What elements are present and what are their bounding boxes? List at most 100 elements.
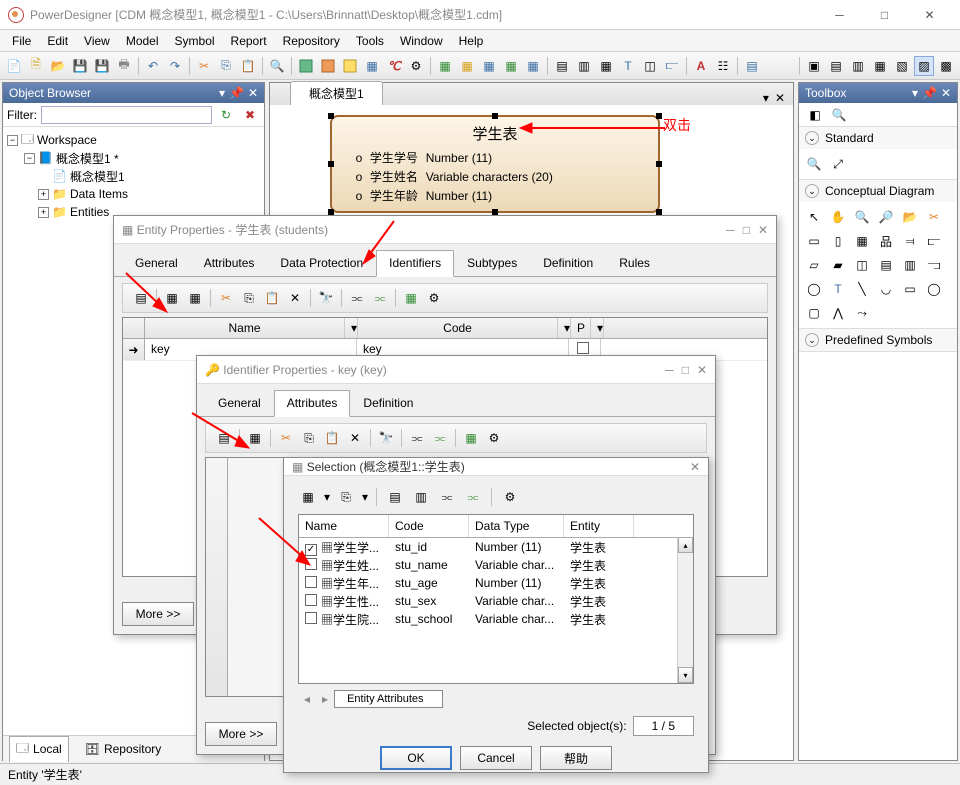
canvas-tab[interactable]: 概念模型1: [290, 81, 383, 105]
tree-model[interactable]: 概念模型1 *: [56, 150, 119, 167]
copy-icon[interactable]: ⎘: [239, 288, 259, 308]
filter-icon[interactable]: ⫗: [407, 428, 427, 448]
excel-icon[interactable]: ▦: [461, 428, 481, 448]
help-button[interactable]: 帮助: [540, 746, 612, 770]
tool-09-icon[interactable]: ▦: [479, 56, 499, 76]
tool-a-icon[interactable]: ▱: [803, 254, 825, 276]
tool-b-icon[interactable]: ▰: [827, 254, 849, 276]
add-rows-icon[interactable]: ▦: [185, 288, 205, 308]
list-item[interactable]: ▦学生性...stu_sexVariable char...学生表: [299, 592, 693, 610]
minimize-button[interactable]: ─: [817, 1, 862, 29]
tool-12-icon[interactable]: ▤: [552, 56, 572, 76]
paste-icon[interactable]: 📋: [262, 288, 282, 308]
tool-search-icon[interactable]: 🔍: [829, 105, 849, 125]
polyline-icon[interactable]: ⋀: [827, 302, 849, 324]
tool-07-icon[interactable]: ▦: [435, 56, 455, 76]
assoc-icon[interactable]: ⫤: [899, 230, 921, 252]
zoom-out-icon[interactable]: ⤢: [827, 153, 849, 175]
hand-icon[interactable]: ✋: [827, 206, 849, 228]
cut-icon[interactable]: ✂: [216, 288, 236, 308]
pointer-icon[interactable]: ↖: [803, 206, 825, 228]
tool-08-icon[interactable]: ▦: [457, 56, 477, 76]
tab-rules[interactable]: Rules: [606, 250, 663, 276]
zoom-out-icon[interactable]: 🔎: [875, 206, 897, 228]
paste-icon[interactable]: 📋: [238, 56, 258, 76]
layout-05-icon[interactable]: ▧: [892, 56, 912, 76]
tool-06-icon[interactable]: ⚙: [406, 56, 426, 76]
menu-help[interactable]: Help: [451, 31, 492, 51]
tab-definition[interactable]: Definition: [350, 390, 426, 416]
tab-attributes[interactable]: Attributes: [274, 390, 351, 417]
pin-icon[interactable]: 📌: [922, 86, 937, 100]
tool-04-icon[interactable]: ▦: [362, 56, 382, 76]
redo-icon[interactable]: ↷: [165, 56, 185, 76]
cut-icon[interactable]: ✂: [276, 428, 296, 448]
section-conceptual[interactable]: ⌄Conceptual Diagram: [799, 180, 957, 202]
dropdown-icon[interactable]: ▾: [912, 86, 918, 100]
col-name[interactable]: Name: [145, 318, 345, 338]
apply-filter-icon[interactable]: ⫗: [370, 288, 390, 308]
paste-icon[interactable]: 📋: [322, 428, 342, 448]
copy-icon[interactable]: ⎘: [216, 56, 236, 76]
tab-close-icon[interactable]: ✕: [775, 91, 785, 105]
apply-filter-icon[interactable]: ⫗: [430, 428, 450, 448]
tool-nav-icon[interactable]: ◧: [805, 105, 825, 125]
props-icon[interactable]: ⚙: [484, 428, 504, 448]
tree-toggle[interactable]: −: [24, 153, 35, 164]
layout-06-icon[interactable]: ▨: [914, 56, 934, 76]
print-icon[interactable]: 🖶: [114, 56, 134, 76]
tool-a-icon[interactable]: A: [691, 56, 711, 76]
section-standard[interactable]: ⌄Standard: [799, 127, 957, 149]
tab-definition[interactable]: Definition: [530, 250, 606, 276]
tool-e-icon[interactable]: ▥: [899, 254, 921, 276]
col-entity[interactable]: Entity: [564, 515, 634, 537]
scrollbar[interactable]: ▴ ▾: [677, 537, 693, 683]
inherit-icon[interactable]: 品: [875, 230, 897, 252]
tree-toggle[interactable]: −: [7, 135, 18, 146]
open-icon[interactable]: 📂: [899, 206, 921, 228]
zoom-in-icon[interactable]: 🔍: [803, 153, 825, 175]
menu-window[interactable]: Window: [392, 31, 451, 51]
tree-workspace[interactable]: Workspace: [37, 133, 97, 147]
new-icon[interactable]: 📄: [4, 56, 24, 76]
col-code[interactable]: Code: [389, 515, 469, 537]
arc-icon[interactable]: ◡: [875, 278, 897, 300]
more-button[interactable]: More >>: [205, 722, 277, 746]
tree-entities[interactable]: Entities: [70, 205, 109, 219]
menu-repository[interactable]: Repository: [275, 31, 348, 51]
more-button[interactable]: More >>: [122, 602, 194, 626]
minimize-icon[interactable]: ─: [665, 363, 674, 377]
layout-04-icon[interactable]: ▦: [870, 56, 890, 76]
filter-clear-icon[interactable]: ✖: [240, 105, 260, 125]
menu-view[interactable]: View: [76, 31, 118, 51]
excel-icon[interactable]: ▦: [401, 288, 421, 308]
close-icon[interactable]: ✕: [690, 460, 700, 474]
tab-repository[interactable]: 🗄Repository: [79, 740, 168, 758]
menu-report[interactable]: Report: [223, 31, 275, 51]
ok-button[interactable]: OK: [380, 746, 452, 770]
tool-14-icon[interactable]: ▦: [596, 56, 616, 76]
maximize-icon[interactable]: □: [682, 363, 689, 377]
cut-icon[interactable]: ✂: [194, 56, 214, 76]
list-item[interactable]: ▦学生院...stu_schoolVariable char...学生表: [299, 610, 693, 628]
maximize-button[interactable]: □: [862, 1, 907, 29]
line-icon[interactable]: ╲: [851, 278, 873, 300]
apply-filter-icon[interactable]: ⫗: [463, 487, 483, 507]
tool-icon[interactable]: ⎘: [336, 487, 356, 507]
tool-c-icon[interactable]: ◫: [851, 254, 873, 276]
tree-toggle[interactable]: +: [38, 189, 49, 200]
tool-05-icon[interactable]: ℃: [384, 56, 404, 76]
filter-icon[interactable]: ⫗: [437, 487, 457, 507]
close-panel-icon[interactable]: ✕: [248, 86, 258, 100]
tab-attributes[interactable]: Attributes: [191, 250, 268, 276]
tool-d-icon[interactable]: ▤: [875, 254, 897, 276]
copy-icon[interactable]: ⎘: [299, 428, 319, 448]
save-all-icon[interactable]: 💾: [92, 56, 112, 76]
selection-list[interactable]: Name Code Data Type Entity ✓▦学生学...stu_i…: [298, 514, 694, 684]
ellipse-icon[interactable]: ◯: [803, 278, 825, 300]
checkbox[interactable]: [305, 612, 317, 624]
link-icon[interactable]: ⫍: [923, 230, 945, 252]
tool-icon[interactable]: ▤: [385, 487, 405, 507]
entity-icon[interactable]: ▯: [827, 230, 849, 252]
menu-tools[interactable]: Tools: [348, 31, 392, 51]
